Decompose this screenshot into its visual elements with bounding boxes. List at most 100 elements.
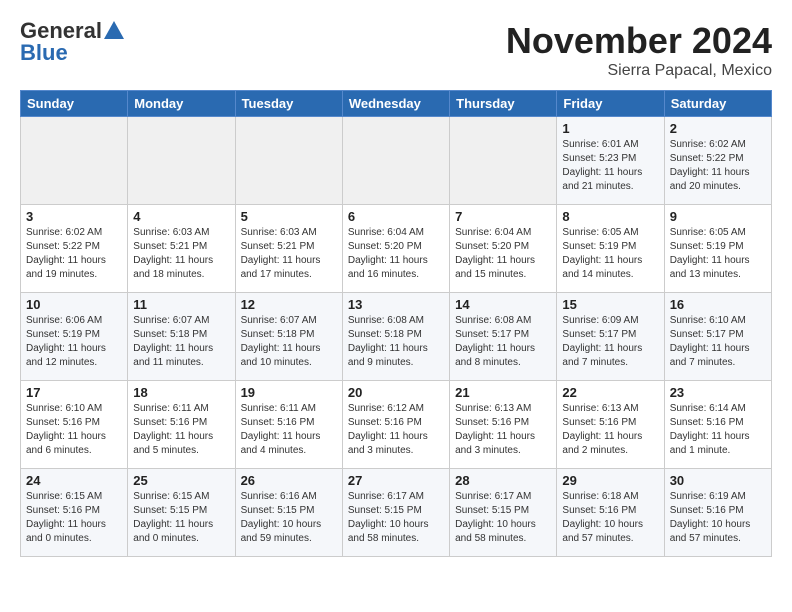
day-number: 19	[241, 385, 337, 400]
calendar-cell: 14Sunrise: 6:08 AMSunset: 5:17 PMDayligh…	[450, 293, 557, 381]
cell-content: Daylight: 11 hours and 9 minutes.	[348, 342, 444, 370]
cell-content: Daylight: 11 hours and 10 minutes.	[241, 342, 337, 370]
title-block: November 2024 Sierra Papacal, Mexico	[506, 20, 772, 80]
day-number: 17	[26, 385, 122, 400]
cell-content: Sunrise: 6:11 AM	[133, 402, 229, 416]
cell-content: Sunset: 5:19 PM	[562, 240, 658, 254]
day-number: 15	[562, 297, 658, 312]
month-title: November 2024	[506, 20, 772, 62]
calendar-cell: 24Sunrise: 6:15 AMSunset: 5:16 PMDayligh…	[21, 469, 128, 557]
calendar-cell: 28Sunrise: 6:17 AMSunset: 5:15 PMDayligh…	[450, 469, 557, 557]
cell-content: Sunset: 5:16 PM	[670, 504, 766, 518]
calendar-cell: 27Sunrise: 6:17 AMSunset: 5:15 PMDayligh…	[342, 469, 449, 557]
cell-content: Daylight: 11 hours and 12 minutes.	[26, 342, 122, 370]
cell-content: Sunset: 5:23 PM	[562, 152, 658, 166]
calendar-week-2: 3Sunrise: 6:02 AMSunset: 5:22 PMDaylight…	[21, 205, 772, 293]
cell-content: Sunrise: 6:05 AM	[670, 226, 766, 240]
weekday-header-monday: Monday	[128, 91, 235, 117]
cell-content: Daylight: 11 hours and 19 minutes.	[26, 254, 122, 282]
cell-content: Sunrise: 6:06 AM	[26, 314, 122, 328]
cell-content: Sunrise: 6:11 AM	[241, 402, 337, 416]
cell-content: Sunrise: 6:08 AM	[348, 314, 444, 328]
cell-content: Sunset: 5:18 PM	[348, 328, 444, 342]
cell-content: Sunset: 5:20 PM	[348, 240, 444, 254]
cell-content: Daylight: 11 hours and 2 minutes.	[562, 430, 658, 458]
calendar-cell: 21Sunrise: 6:13 AMSunset: 5:16 PMDayligh…	[450, 381, 557, 469]
weekday-header-wednesday: Wednesday	[342, 91, 449, 117]
cell-content: Sunrise: 6:07 AM	[241, 314, 337, 328]
cell-content: Sunrise: 6:01 AM	[562, 138, 658, 152]
cell-content: Daylight: 11 hours and 18 minutes.	[133, 254, 229, 282]
cell-content: Daylight: 10 hours and 57 minutes.	[670, 518, 766, 546]
calendar-week-5: 24Sunrise: 6:15 AMSunset: 5:16 PMDayligh…	[21, 469, 772, 557]
cell-content: Sunrise: 6:13 AM	[562, 402, 658, 416]
cell-content: Daylight: 11 hours and 0 minutes.	[133, 518, 229, 546]
cell-content: Sunrise: 6:17 AM	[348, 490, 444, 504]
calendar-cell	[21, 117, 128, 205]
weekday-header-friday: Friday	[557, 91, 664, 117]
page-header: General Blue November 2024 Sierra Papaca…	[20, 20, 772, 80]
calendar-cell	[235, 117, 342, 205]
day-number: 21	[455, 385, 551, 400]
calendar-cell: 8Sunrise: 6:05 AMSunset: 5:19 PMDaylight…	[557, 205, 664, 293]
cell-content: Sunset: 5:21 PM	[241, 240, 337, 254]
calendar-cell: 19Sunrise: 6:11 AMSunset: 5:16 PMDayligh…	[235, 381, 342, 469]
cell-content: Sunset: 5:16 PM	[26, 504, 122, 518]
day-number: 9	[670, 209, 766, 224]
day-number: 3	[26, 209, 122, 224]
cell-content: Sunset: 5:17 PM	[562, 328, 658, 342]
day-number: 13	[348, 297, 444, 312]
cell-content: Daylight: 10 hours and 57 minutes.	[562, 518, 658, 546]
calendar-cell: 10 Sunrise: 6:06 AMSunset: 5:19 PMDayligh…	[21, 293, 128, 381]
calendar-cell: 22Sunrise: 6:13 AMSunset: 5:16 PMDayligh…	[557, 381, 664, 469]
cell-content: Sunrise: 6:17 AM	[455, 490, 551, 504]
cell-content: Sunset: 5:16 PM	[562, 504, 658, 518]
cell-content: Sunset: 5:18 PM	[241, 328, 337, 342]
cell-content: Daylight: 11 hours and 15 minutes.	[455, 254, 551, 282]
cell-content: Sunrise: 6:18 AM	[562, 490, 658, 504]
day-number: 16	[670, 297, 766, 312]
calendar-cell: 2Sunrise: 6:02 AMSunset: 5:22 PMDaylight…	[664, 117, 771, 205]
day-number: 6	[348, 209, 444, 224]
calendar-cell: 17Sunrise: 6:10 AMSunset: 5:16 PMDayligh…	[21, 381, 128, 469]
day-number: 10	[26, 297, 122, 312]
day-number: 7	[455, 209, 551, 224]
cell-content: Sunset: 5:16 PM	[562, 416, 658, 430]
cell-content: Sunset: 5:15 PM	[241, 504, 337, 518]
cell-content: Sunset: 5:16 PM	[133, 416, 229, 430]
cell-content: Daylight: 11 hours and 6 minutes.	[26, 430, 122, 458]
day-number: 1	[562, 121, 658, 136]
cell-content: Sunset: 5:16 PM	[348, 416, 444, 430]
day-number: 23	[670, 385, 766, 400]
cell-content: Sunset: 5:18 PM	[133, 328, 229, 342]
cell-content: Sunrise: 6:07 AM	[133, 314, 229, 328]
day-number: 4	[133, 209, 229, 224]
cell-content: Sunrise: 6:02 AM	[670, 138, 766, 152]
cell-content: Daylight: 11 hours and 3 minutes.	[348, 430, 444, 458]
calendar-cell: 12 Sunrise: 6:07 AMSunset: 5:18 PMDayligh…	[235, 293, 342, 381]
cell-content: Sunrise: 6:15 AM	[133, 490, 229, 504]
calendar-cell: 9Sunrise: 6:05 AMSunset: 5:19 PMDaylight…	[664, 205, 771, 293]
cell-content: Sunrise: 6:09 AM	[562, 314, 658, 328]
cell-content: Sunset: 5:19 PM	[670, 240, 766, 254]
calendar-cell: 1Sunrise: 6:01 AMSunset: 5:23 PMDaylight…	[557, 117, 664, 205]
calendar-header-row: SundayMondayTuesdayWednesdayThursdayFrid…	[21, 91, 772, 117]
calendar-cell: 3Sunrise: 6:02 AMSunset: 5:22 PMDaylight…	[21, 205, 128, 293]
weekday-header-tuesday: Tuesday	[235, 91, 342, 117]
cell-content: Sunrise: 6:02 AM	[26, 226, 122, 240]
cell-content: Sunset: 5:16 PM	[455, 416, 551, 430]
cell-content: Sunrise: 6:13 AM	[455, 402, 551, 416]
calendar-cell: 29Sunrise: 6:18 AMSunset: 5:16 PMDayligh…	[557, 469, 664, 557]
calendar-cell: 5Sunrise: 6:03 AMSunset: 5:21 PMDaylight…	[235, 205, 342, 293]
calendar-cell: 13 Sunrise: 6:08 AMSunset: 5:18 PMDayligh…	[342, 293, 449, 381]
calendar-cell: 30Sunrise: 6:19 AMSunset: 5:16 PMDayligh…	[664, 469, 771, 557]
cell-content: Sunset: 5:16 PM	[241, 416, 337, 430]
calendar-cell	[128, 117, 235, 205]
day-number: 12	[241, 297, 337, 312]
cell-content: Sunset: 5:17 PM	[455, 328, 551, 342]
day-number: 14	[455, 297, 551, 312]
cell-content: Sunset: 5:19 PM	[26, 328, 122, 342]
day-number: 20	[348, 385, 444, 400]
weekday-header-thursday: Thursday	[450, 91, 557, 117]
calendar-cell	[450, 117, 557, 205]
